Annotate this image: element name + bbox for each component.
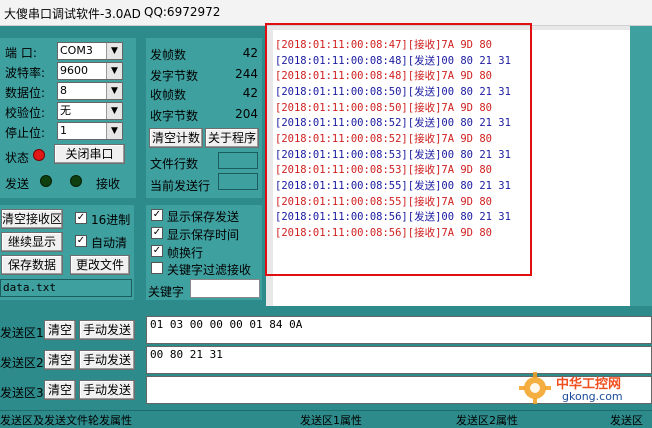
parity-label: 校验位: bbox=[5, 106, 46, 120]
send-area-1-manual-send-button[interactable]: 手动发送 bbox=[79, 320, 135, 340]
send-area-3-clear-button[interactable]: 清空 bbox=[44, 380, 76, 400]
keyword-input[interactable] bbox=[190, 279, 260, 298]
send-area-1-label: 发送区1 bbox=[0, 326, 44, 340]
send-area-2-input[interactable]: 00 80 21 31 bbox=[146, 346, 652, 374]
show-save-send-checkbox[interactable]: ✓ bbox=[151, 209, 163, 221]
stopbits-value: 1 bbox=[60, 124, 67, 137]
file-lines-field bbox=[218, 152, 258, 169]
port-select[interactable]: COM3 ▼ bbox=[57, 42, 123, 60]
right-edge-panel bbox=[630, 26, 652, 306]
chevron-down-icon: ▼ bbox=[106, 63, 122, 79]
clear-count-button[interactable]: 清空计数 bbox=[149, 128, 203, 148]
current-send-line-label: 当前发送行 bbox=[150, 179, 211, 193]
send-area-1-input[interactable]: 01 03 00 00 00 01 84 0A bbox=[146, 316, 652, 344]
show-save-time-label: 显示保存时间 bbox=[167, 228, 240, 242]
frame-newline-checkbox[interactable]: ✓ bbox=[151, 245, 163, 257]
sent-frames-value: 42 bbox=[242, 46, 258, 60]
baud-label: 波特率: bbox=[5, 66, 46, 80]
recv-bytes-label: 收字节数 bbox=[150, 109, 199, 123]
databits-label: 数据位: bbox=[5, 86, 46, 100]
change-file-button[interactable]: 更改文件 bbox=[70, 255, 130, 275]
send-area-3-manual-send-button[interactable]: 手动发送 bbox=[79, 380, 135, 400]
qq-contact: QQ:6972972 bbox=[144, 5, 221, 19]
send-area-2-label: 发送区2 bbox=[0, 356, 44, 370]
send-area-2-manual-send-button[interactable]: 手动发送 bbox=[79, 350, 135, 370]
recv-frames-label: 收帧数 bbox=[150, 88, 187, 102]
clear-receive-button[interactable]: 清空接收区 bbox=[1, 209, 63, 229]
watermark: 中华工控网 gkong.com bbox=[518, 371, 638, 407]
about-button[interactable]: 关于程序 bbox=[205, 128, 259, 148]
port-label: 端 口: bbox=[5, 46, 37, 60]
send-area-2-clear-button[interactable]: 清空 bbox=[44, 350, 76, 370]
chevron-down-icon: ▼ bbox=[106, 103, 122, 119]
save-data-button[interactable]: 保存数据 bbox=[1, 255, 63, 275]
keyword-filter-checkbox[interactable] bbox=[151, 262, 163, 274]
send-area-1-clear-button[interactable]: 清空 bbox=[44, 320, 76, 340]
stopbits-select[interactable]: 1 ▼ bbox=[57, 122, 123, 140]
receive-log-bottom bbox=[273, 273, 630, 306]
continue-display-button[interactable]: 继续显示 bbox=[1, 232, 63, 252]
gear-logo-icon bbox=[519, 372, 551, 404]
databits-value: 8 bbox=[60, 84, 67, 97]
baud-value: 9600 bbox=[60, 64, 88, 77]
stopbits-label: 停止位: bbox=[5, 126, 46, 140]
highlight-box bbox=[265, 23, 532, 276]
chevron-down-icon: ▼ bbox=[106, 123, 122, 139]
show-save-send-label: 显示保存发送 bbox=[167, 210, 240, 224]
port-value: COM3 bbox=[60, 44, 93, 57]
file-lines-label: 文件行数 bbox=[150, 157, 199, 171]
chevron-down-icon: ▼ bbox=[106, 43, 122, 59]
parity-value: 无 bbox=[60, 104, 71, 117]
recv-led-icon bbox=[70, 175, 82, 187]
frame-newline-label: 帧换行 bbox=[167, 246, 204, 260]
baud-select[interactable]: 9600 ▼ bbox=[57, 62, 123, 80]
current-send-line-field bbox=[218, 173, 258, 190]
status-label: 状态 bbox=[5, 151, 30, 165]
file-name-field[interactable]: data.txt bbox=[0, 279, 132, 297]
keyword-label: 关键字 bbox=[148, 285, 185, 299]
hex-checkbox[interactable]: ✓ bbox=[75, 212, 87, 224]
show-save-time-checkbox[interactable]: ✓ bbox=[151, 227, 163, 239]
hex-label: 16进制 bbox=[91, 213, 131, 227]
send-indicator-label: 发送 bbox=[5, 177, 30, 191]
auto-clear-label: 自动清 bbox=[91, 236, 128, 250]
status-led-icon bbox=[33, 149, 45, 161]
recv-bytes-value: 204 bbox=[235, 107, 258, 121]
send-led-icon bbox=[40, 175, 52, 187]
sent-bytes-value: 244 bbox=[235, 67, 258, 81]
send-area-3-label: 发送区3 bbox=[0, 386, 44, 400]
watermark-domain: gkong.com bbox=[562, 390, 623, 403]
app-title: 大傻串口调试软件-3.0AD bbox=[4, 7, 141, 21]
file-name-value: data.txt bbox=[3, 281, 56, 294]
auto-clear-checkbox[interactable]: ✓ bbox=[75, 235, 87, 247]
recv-frames-value: 42 bbox=[242, 86, 258, 100]
parity-select[interactable]: 无 ▼ bbox=[57, 102, 123, 120]
chevron-down-icon: ▼ bbox=[106, 83, 122, 99]
sent-bytes-label: 发字节数 bbox=[150, 69, 199, 83]
databits-select[interactable]: 8 ▼ bbox=[57, 82, 123, 100]
recv-indicator-label: 接收 bbox=[96, 177, 121, 191]
close-port-button[interactable]: 关闭串口 bbox=[54, 144, 125, 164]
sent-frames-label: 发帧数 bbox=[150, 48, 187, 62]
receive-log-extension bbox=[527, 30, 630, 273]
keyword-filter-label: 关键字过滤接收 bbox=[167, 263, 252, 277]
